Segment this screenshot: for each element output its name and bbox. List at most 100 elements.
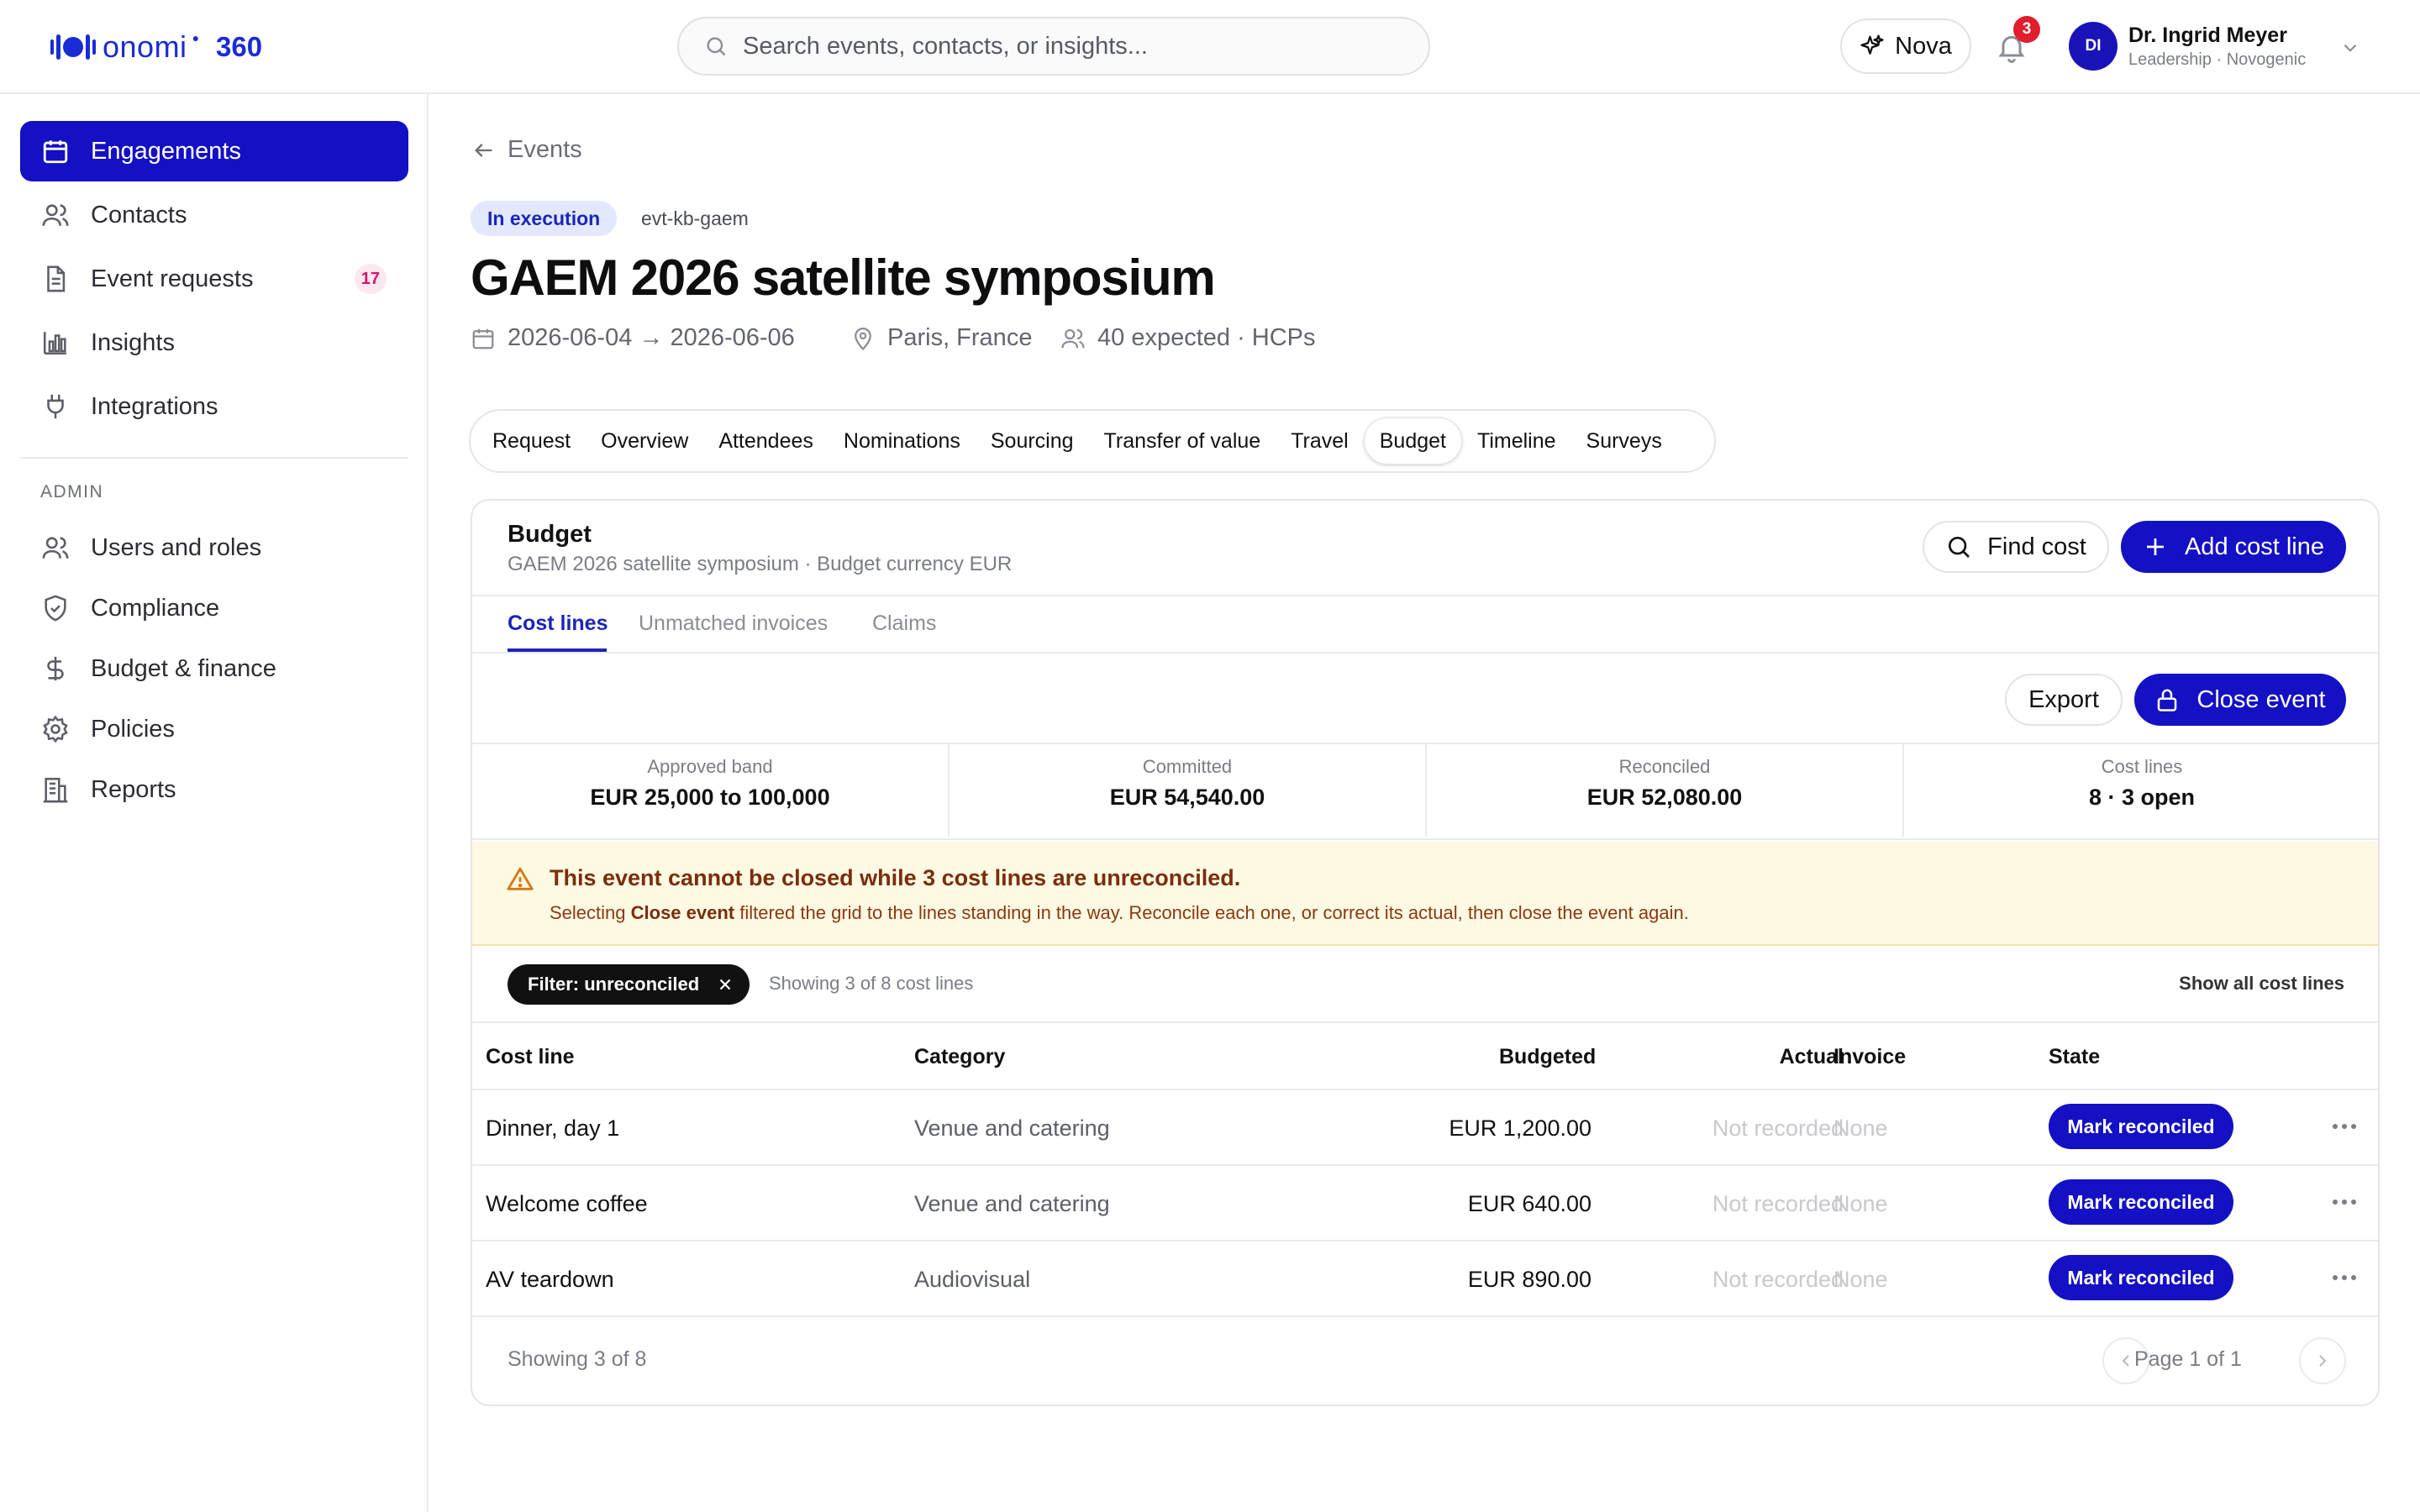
mark-reconciled-button[interactable]: Mark reconciled xyxy=(2049,1255,2233,1300)
tab-sourcing[interactable]: Sourcing xyxy=(976,417,1089,465)
budget-subtitle: GAEM 2026 satellite symposium · Budget c… xyxy=(508,553,1013,575)
budget-title: Budget xyxy=(508,521,592,548)
page-indicator: Page 1 of 1 xyxy=(2134,1347,2242,1371)
admin-heading: ADMIN xyxy=(40,482,104,501)
warning-icon xyxy=(507,867,534,890)
building-icon xyxy=(40,774,71,805)
request-count-badge: 17 xyxy=(354,264,387,294)
close-icon[interactable] xyxy=(716,975,734,994)
find-cost-label: Find cost xyxy=(1987,533,2086,560)
sidebar-item-label: Budget & finance xyxy=(91,654,276,682)
stat-value: EUR 25,000 to 100,000 xyxy=(590,785,830,810)
column-header-actual[interactable]: Actual xyxy=(1751,1045,1844,1069)
sidebar-item-event-requests[interactable]: Event requests 17 xyxy=(20,249,408,309)
nova-button[interactable]: Nova xyxy=(1840,18,1971,74)
search-input[interactable] xyxy=(743,32,1381,60)
cell-actual: Not recorded xyxy=(1712,1116,1844,1141)
back-to-events-link[interactable]: Events xyxy=(472,136,582,164)
chevron-right-icon xyxy=(2319,1355,2327,1367)
mark-reconciled-button[interactable]: Mark reconciled xyxy=(2049,1179,2233,1225)
column-header-state[interactable]: State xyxy=(2049,1045,2100,1069)
sidebar-item-users-and-roles[interactable]: Users and roles xyxy=(20,517,408,578)
column-header-category[interactable]: Category xyxy=(914,1045,1005,1069)
filter-chip-unreconciled[interactable]: Filter: unreconciled xyxy=(508,964,750,1005)
more-options-icon[interactable] xyxy=(2328,1265,2361,1290)
chevron-left-icon xyxy=(2122,1355,2129,1367)
cell-cost-line: Welcome coffee xyxy=(486,1191,648,1216)
add-cost-line-label: Add cost line xyxy=(2184,533,2325,560)
cell-cost-line: AV teardown xyxy=(486,1267,614,1292)
cell-invoice: None xyxy=(1833,1116,1888,1141)
export-button[interactable]: Export xyxy=(2005,674,2123,726)
alert-text-emphasis: Close event xyxy=(630,902,735,923)
cell-budgeted: EUR 890.00 xyxy=(1467,1267,1591,1292)
sidebar-item-insights[interactable]: Insights xyxy=(20,312,408,373)
tab-attendees[interactable]: Attendees xyxy=(703,417,829,465)
calendar-icon xyxy=(472,328,494,349)
subtab-claims[interactable]: Claims xyxy=(872,612,936,636)
sidebar-item-label: Compliance xyxy=(91,594,220,622)
sidebar-item-policies[interactable]: Policies xyxy=(20,699,408,759)
brand-suffix: 360 xyxy=(216,31,263,62)
tab-surveys[interactable]: Surveys xyxy=(1571,417,1677,465)
sidebar-item-budget-finance[interactable]: Budget & finance xyxy=(20,638,408,699)
tab-transfer-of-value[interactable]: Transfer of value xyxy=(1089,417,1276,465)
cell-category: Venue and catering xyxy=(914,1191,1110,1216)
budget-card: Budget GAEM 2026 satellite symposium · B… xyxy=(471,499,2380,1406)
sidebar-item-contacts[interactable]: Contacts xyxy=(20,185,408,245)
more-options-icon[interactable] xyxy=(2328,1189,2361,1215)
filter-count-text: Showing 3 of 8 cost lines xyxy=(769,973,974,994)
document-icon xyxy=(40,264,71,294)
tab-nominations[interactable]: Nominations xyxy=(829,417,976,465)
event-dates-text: 2026-06-04 → 2026-06-06 xyxy=(508,324,795,351)
show-all-cost-lines-link[interactable]: Show all cost lines xyxy=(2179,973,2344,995)
page-title: GAEM 2026 satellite symposium xyxy=(471,249,1216,306)
tab-request[interactable]: Request xyxy=(477,417,586,465)
global-search[interactable] xyxy=(677,17,1430,76)
calendar-icon xyxy=(40,136,71,166)
registered-mark: ● xyxy=(192,31,200,45)
stat-approved-band: Approved band EUR 25,000 to 100,000 xyxy=(472,744,948,837)
sidebar-item-compliance[interactable]: Compliance xyxy=(20,578,408,638)
users-icon xyxy=(40,533,71,563)
add-cost-line-button[interactable]: Add cost line xyxy=(2121,521,2346,573)
event-id: evt-kb-gaem xyxy=(641,207,749,229)
column-header-budgeted[interactable]: Budgeted xyxy=(1499,1045,1596,1069)
stat-label: Reconciled xyxy=(1618,756,1711,777)
tab-travel[interactable]: Travel xyxy=(1276,417,1364,465)
subtab-unmatched-invoices[interactable]: Unmatched invoices xyxy=(639,612,828,636)
tab-overview[interactable]: Overview xyxy=(586,417,703,465)
close-event-button[interactable]: Close event xyxy=(2134,674,2346,726)
avatar[interactable]: DI xyxy=(2069,22,2118,71)
sidebar-item-label: Integrations xyxy=(91,392,218,420)
sidebar-item-reports[interactable]: Reports xyxy=(20,759,408,820)
tab-budget[interactable]: Budget xyxy=(1363,417,1462,465)
mark-reconciled-button[interactable]: Mark reconciled xyxy=(2049,1104,2233,1149)
column-header-cost-line[interactable]: Cost line xyxy=(486,1045,575,1069)
users-icon xyxy=(40,200,71,230)
find-cost-button[interactable]: Find cost xyxy=(1923,521,2109,573)
cell-cost-line: Dinner, day 1 xyxy=(486,1116,620,1141)
tab-timeline[interactable]: Timeline xyxy=(1462,417,1571,465)
event-location-text: Paris, France xyxy=(887,324,1033,351)
more-options-icon[interactable] xyxy=(2328,1114,2361,1139)
sidebar-item-engagements[interactable]: Engagements xyxy=(20,121,408,181)
top-bar: onomi ● 360 Nova 3 DI Dr. Ingrid Meyer L… xyxy=(0,0,2420,94)
alert-text-pre: Selecting xyxy=(550,902,631,923)
cell-category: Venue and catering xyxy=(914,1116,1110,1141)
subtab-cost-lines[interactable]: Cost lines xyxy=(508,612,608,636)
event-attendance: 40 expected · HCPs xyxy=(1060,324,1316,352)
gear-icon xyxy=(40,714,71,744)
next-page-button[interactable] xyxy=(2299,1337,2346,1384)
brand-logo[interactable]: onomi ● 360 xyxy=(49,25,262,69)
map-pin-icon xyxy=(855,327,871,350)
sidebar-item-integrations[interactable]: Integrations xyxy=(20,376,408,437)
sidebar: Engagements Contacts Event requests 17 I… xyxy=(0,94,429,1512)
column-header-invoice[interactable]: Invoice xyxy=(1833,1045,1906,1069)
dollar-icon xyxy=(40,654,71,684)
arrow-left-icon xyxy=(475,143,492,157)
chevron-down-icon[interactable] xyxy=(2339,37,2361,59)
event-dates: 2026-06-04 → 2026-06-06 xyxy=(471,324,795,352)
close-blocked-alert: This event cannot be closed while 3 cost… xyxy=(472,842,2378,946)
event-location: Paris, France xyxy=(850,324,1032,352)
